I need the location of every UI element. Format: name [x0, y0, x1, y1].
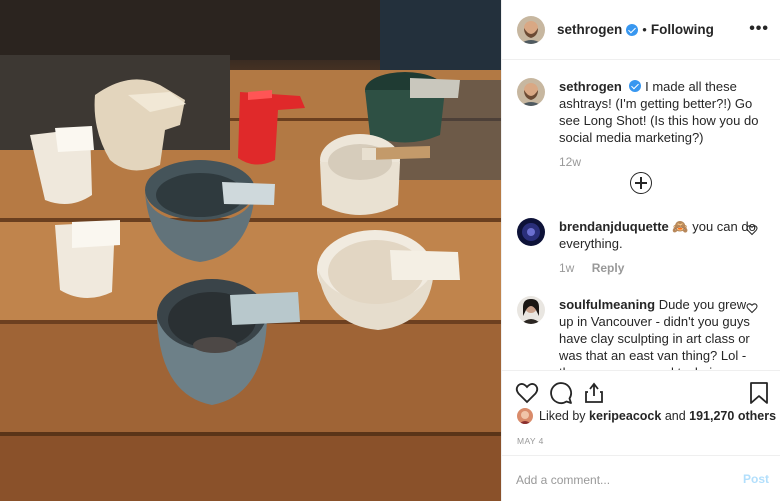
caption-username[interactable]: sethrogen	[559, 79, 622, 94]
heart-icon[interactable]	[746, 224, 758, 236]
reply-button[interactable]: Reply	[592, 261, 625, 275]
post-side-panel: sethrogen • Following ••• sethrogen I ma…	[501, 0, 780, 501]
avatar[interactable]	[517, 218, 545, 246]
add-comment-bar: Post	[502, 455, 780, 501]
likes-first-user[interactable]: keripeacock	[589, 409, 661, 423]
post-date[interactable]: MAY 4	[517, 436, 544, 446]
following-button[interactable]: Following	[651, 22, 714, 37]
more-options-icon[interactable]: •••	[749, 20, 769, 38]
post-author-username[interactable]: sethrogen	[557, 22, 622, 37]
comments-list[interactable]: sethrogen I made all these ashtrays! (I'…	[502, 60, 780, 370]
list-item: soulfulmeaning Dude you grew up in Vanco…	[517, 296, 772, 370]
share-icon[interactable]	[582, 381, 606, 405]
avatar[interactable]	[517, 78, 545, 106]
verified-badge-icon	[626, 23, 639, 36]
comment-emoji: 🙈	[672, 219, 689, 234]
caption: sethrogen I made all these ashtrays! (I'…	[517, 78, 772, 171]
comment-age: 1w	[559, 261, 575, 275]
likes-conjunction: and	[664, 409, 686, 423]
avatar[interactable]	[517, 296, 545, 324]
verified-badge-icon	[629, 80, 642, 92]
comment-input[interactable]	[516, 471, 716, 489]
heart-icon[interactable]	[746, 302, 758, 314]
list-item: brendanjduquette 🙈 you can do everything…	[517, 218, 772, 277]
post-photo[interactable]	[0, 0, 501, 501]
likes-summary: Liked by keripeacock and 191,270 others	[517, 408, 776, 424]
caption-age: 12w	[559, 155, 582, 169]
likes-prefix: Liked by	[539, 409, 586, 423]
ashtrays-photo	[0, 0, 501, 501]
avatar[interactable]	[517, 15, 545, 44]
post-header: sethrogen • Following •••	[502, 0, 780, 60]
heart-icon[interactable]	[515, 381, 539, 405]
bookmark-icon[interactable]	[748, 381, 770, 405]
comment-icon[interactable]	[549, 381, 573, 405]
post-comment-button[interactable]: Post	[743, 472, 769, 486]
comment-username[interactable]: soulfulmeaning	[559, 297, 655, 312]
comment-username[interactable]: brendanjduquette	[559, 219, 669, 234]
avatar[interactable]	[517, 408, 533, 424]
separator-dot: •	[642, 22, 647, 37]
load-more-icon[interactable]	[630, 172, 652, 194]
likes-others[interactable]: 191,270 others	[689, 409, 776, 423]
